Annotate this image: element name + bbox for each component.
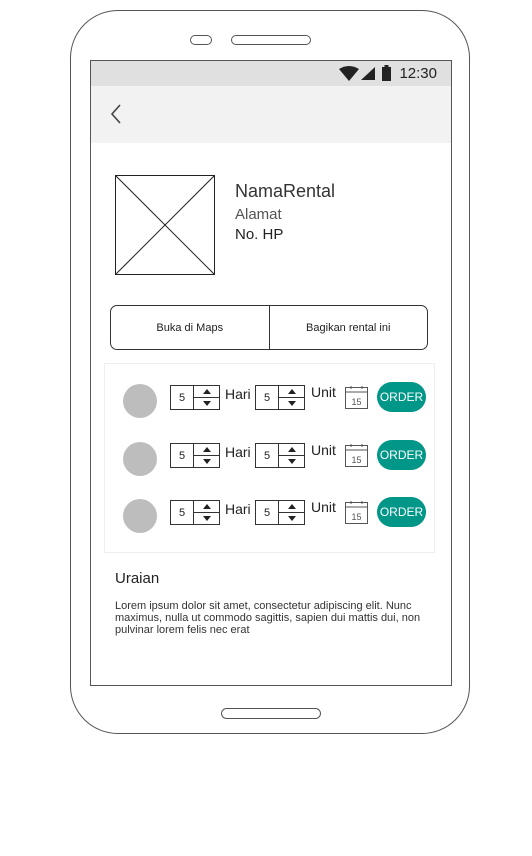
caret-down-icon — [202, 401, 211, 406]
avatar — [123, 499, 157, 533]
increment-button[interactable] — [194, 444, 219, 456]
calendar-day: 15 — [351, 512, 361, 522]
signal-icon — [361, 67, 375, 80]
avatar — [123, 442, 157, 476]
units-value[interactable]: 5 — [256, 501, 279, 524]
units-value[interactable]: 5 — [256, 386, 279, 409]
avatar — [123, 384, 157, 418]
home-button[interactable] — [221, 708, 321, 719]
calendar-icon[interactable]: 15 — [345, 501, 368, 524]
days-label: Hari — [225, 501, 251, 517]
calendar-day: 15 — [351, 397, 361, 407]
order-button[interactable]: ORDER — [377, 382, 426, 412]
days-label: Hari — [225, 444, 251, 460]
decrement-button[interactable] — [194, 456, 219, 467]
app-bar — [91, 86, 451, 143]
status-time: 12:30 — [399, 65, 437, 82]
image-placeholder-icon — [115, 175, 215, 275]
units-stepper[interactable]: 5 — [255, 443, 305, 468]
order-button[interactable]: ORDER — [377, 497, 426, 527]
days-label: Hari — [225, 386, 251, 402]
calendar-icon[interactable]: 15 — [345, 444, 368, 467]
units-value[interactable]: 5 — [256, 444, 279, 467]
order-button[interactable]: ORDER — [377, 440, 426, 470]
screen: 12:30 NamaRental Alamat No. HP Buka di M… — [90, 60, 452, 686]
units-stepper[interactable]: 5 — [255, 385, 305, 410]
caret-down-icon — [202, 459, 211, 464]
calendar-day: 15 — [351, 455, 361, 465]
camera-sensor — [190, 35, 212, 45]
days-stepper[interactable]: 5 — [170, 443, 220, 468]
open-maps-button[interactable]: Buka di Maps — [111, 306, 270, 349]
order-row: 5 Hari 5 Unit 15 ORDER — [105, 439, 434, 479]
status-bar: 12:30 — [91, 61, 451, 86]
increment-button[interactable] — [279, 501, 304, 513]
description-text: Lorem ipsum dolor sit amet, consectetur … — [115, 600, 421, 636]
chevron-left-icon[interactable] — [105, 100, 129, 128]
decrement-button[interactable] — [279, 398, 304, 409]
caret-down-icon — [287, 401, 296, 406]
wifi-icon — [339, 66, 359, 81]
caret-up-icon — [202, 504, 211, 509]
caret-up-icon — [202, 389, 211, 394]
caret-up-icon — [287, 447, 296, 452]
increment-button[interactable] — [279, 444, 304, 456]
units-label: Unit — [311, 499, 336, 515]
increment-button[interactable] — [279, 386, 304, 398]
battery-icon — [382, 65, 391, 81]
order-list: 5 Hari 5 Unit 15 ORDER 5 Hari 5 Unit 15 … — [104, 363, 435, 553]
caret-up-icon — [287, 389, 296, 394]
units-label: Unit — [311, 442, 336, 458]
days-value[interactable]: 5 — [171, 444, 194, 467]
rental-phone: No. HP — [235, 226, 284, 243]
rental-name: NamaRental — [235, 181, 336, 201]
units-label: Unit — [311, 384, 336, 400]
decrement-button[interactable] — [279, 513, 304, 524]
order-row: 5 Hari 5 Unit 15 ORDER — [105, 496, 434, 536]
days-value[interactable]: 5 — [171, 386, 194, 409]
units-stepper[interactable]: 5 — [255, 500, 305, 525]
decrement-button[interactable] — [194, 513, 219, 524]
rental-address: Alamat — [235, 206, 282, 223]
increment-button[interactable] — [194, 501, 219, 513]
action-button-group: Buka di Maps Bagikan rental ini — [110, 305, 428, 350]
caret-down-icon — [287, 459, 296, 464]
caret-up-icon — [202, 447, 211, 452]
caret-down-icon — [287, 516, 296, 521]
increment-button[interactable] — [194, 386, 219, 398]
share-rental-button[interactable]: Bagikan rental ini — [270, 306, 428, 349]
days-stepper[interactable]: 5 — [170, 385, 220, 410]
decrement-button[interactable] — [279, 456, 304, 467]
caret-up-icon — [287, 504, 296, 509]
description-title: Uraian — [115, 570, 160, 587]
days-value[interactable]: 5 — [171, 501, 194, 524]
calendar-icon[interactable]: 15 — [345, 386, 368, 409]
decrement-button[interactable] — [194, 398, 219, 409]
order-row: 5 Hari 5 Unit 15 ORDER — [105, 381, 434, 421]
days-stepper[interactable]: 5 — [170, 500, 220, 525]
caret-down-icon — [202, 516, 211, 521]
earpiece-speaker — [231, 35, 311, 45]
